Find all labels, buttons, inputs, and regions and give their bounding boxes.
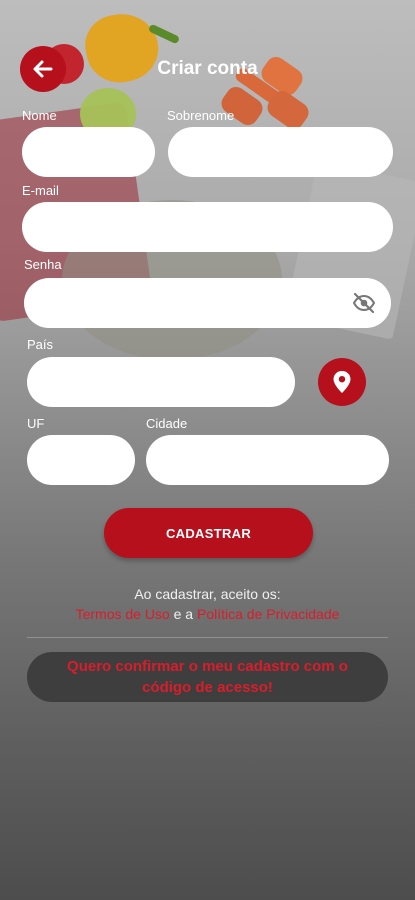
privacy-policy-link[interactable]: Política de Privacidade	[197, 606, 339, 622]
uf-label: UF	[27, 416, 45, 431]
pais-label: País	[27, 337, 54, 352]
cidade-field[interactable]	[146, 435, 389, 485]
senha-field[interactable]	[24, 278, 344, 328]
cidade-label: Cidade	[146, 416, 188, 431]
uf-field[interactable]	[27, 435, 135, 485]
nome-field[interactable]	[22, 127, 155, 177]
header: Criar conta	[0, 0, 415, 100]
pais-field[interactable]	[27, 357, 295, 407]
terms-links-line: Termos de Uso e a Política de Privacidad…	[0, 606, 415, 622]
email-field[interactable]	[22, 202, 393, 252]
confirm-access-code-button[interactable]: Quero confirmar o meu cadastro com o cód…	[27, 652, 388, 702]
cadastrar-button[interactable]: CADASTRAR	[104, 508, 313, 558]
eye-off-icon[interactable]	[351, 291, 377, 315]
terms-of-use-link[interactable]: Termos de Uso	[76, 606, 170, 622]
map-pin-icon	[333, 371, 351, 393]
email-label: E-mail	[22, 183, 59, 198]
page-title: Criar conta	[157, 58, 258, 79]
location-button[interactable]	[318, 358, 366, 406]
terms-intro-text: Ao cadastrar, aceito os:	[134, 586, 281, 602]
sobrenome-label: Sobrenome	[167, 108, 235, 123]
senha-field-wrapper	[24, 278, 391, 328]
nome-label: Nome	[22, 108, 57, 123]
terms-connector-text: e a	[169, 606, 197, 622]
sobrenome-field[interactable]	[168, 127, 393, 177]
senha-label: Senha	[24, 257, 62, 272]
divider	[27, 637, 388, 638]
